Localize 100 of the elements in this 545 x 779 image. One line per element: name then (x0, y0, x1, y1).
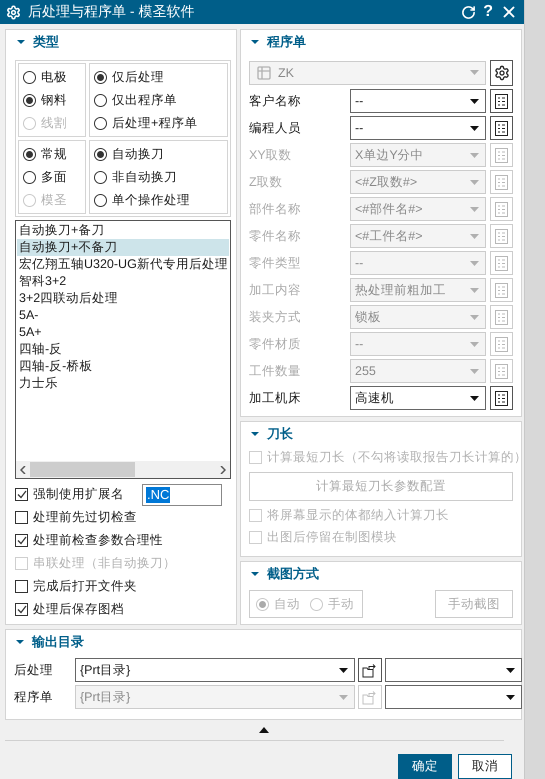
radio-option[interactable]: 单个操作处理 (94, 191, 223, 209)
directory-dropdown[interactable]: {Prt目录} (75, 658, 355, 682)
checkbox-label: 串联处理（非自动换刀） (33, 555, 176, 572)
list-item[interactable]: 四轴-反-桥板 (17, 358, 229, 375)
folder-button[interactable] (358, 658, 382, 682)
radio-option[interactable]: 常规 (23, 145, 81, 163)
section-title: 截图方式 (267, 565, 319, 583)
checkbox[interactable] (15, 603, 28, 616)
reset-button[interactable] (461, 4, 476, 20)
field-label: Z取数 (249, 174, 284, 191)
ok-button[interactable]: 确定 (398, 754, 452, 779)
checkbox-label: 强制使用扩展名 (33, 486, 124, 503)
checklist-icon (495, 202, 508, 216)
radio-option[interactable]: 后处理+程序单 (94, 114, 223, 132)
list-item[interactable]: 自动换刀+备刀 (17, 222, 229, 239)
table-icon (256, 64, 272, 80)
dropdown-arrow-icon (470, 152, 479, 158)
dropdown-arrow-icon (470, 368, 479, 374)
checkbox-label: 完成后打开文件夹 (33, 578, 137, 595)
horizontal-scrollbar[interactable] (16, 461, 230, 478)
list-button[interactable] (490, 386, 513, 410)
checklist-icon (495, 94, 508, 108)
checkbox[interactable] (15, 580, 28, 593)
gear-icon (6, 4, 21, 20)
field-label: 客户名称 (249, 93, 302, 110)
field-label: 部件名称 (249, 201, 302, 218)
section-title: 类型 (33, 33, 59, 51)
checklist-icon (495, 148, 508, 162)
list-item[interactable]: 力士乐 (17, 375, 229, 392)
checkbox[interactable] (15, 511, 28, 524)
list-item[interactable]: 宏亿翔五轴U320-UG新代专用后处理 (17, 256, 229, 273)
checklist-icon (495, 228, 508, 244)
help-button[interactable]: ? (483, 3, 493, 21)
field-label: 零件类型 (249, 255, 302, 272)
field-label: 后处理 (14, 662, 54, 679)
scroll-left-icon[interactable] (20, 466, 26, 474)
dropdown-arrow-icon (506, 668, 515, 672)
field-label: 编程人员 (249, 120, 302, 137)
checklist-icon (495, 336, 508, 352)
dropdown-field[interactable]: -- (350, 89, 486, 113)
cancel-button[interactable]: 取消 (458, 754, 512, 779)
dropdown-arrow-icon (339, 694, 348, 700)
radio-option[interactable]: 非自动换刀 (94, 168, 223, 186)
radio-option[interactable]: 多面 (23, 168, 81, 186)
radio-option[interactable]: 仅后处理 (94, 68, 223, 86)
radio-option[interactable]: 电极 (23, 68, 81, 86)
radio-option[interactable]: 钢料 (23, 91, 81, 109)
list-item[interactable]: 自动换刀+不备刀 (17, 239, 229, 256)
dropdown-arrow-icon (339, 668, 348, 672)
dropdown-field[interactable] (385, 685, 522, 709)
checklist-icon (495, 120, 508, 136)
list-item[interactable]: 5A- (17, 307, 229, 324)
checkbox-label: 处理前先过切检查 (33, 509, 137, 526)
radio-option[interactable]: 自动换刀 (94, 145, 223, 163)
dropdown-field[interactable]: 高速机 (350, 386, 486, 410)
list-item[interactable]: 5A+ (17, 324, 229, 341)
dropdown-arrow-icon (470, 314, 479, 320)
collapse-icon[interactable] (251, 39, 259, 45)
dropdown-arrow-icon (470, 234, 479, 238)
checkbox[interactable] (15, 488, 28, 501)
folder-export-icon (362, 662, 378, 678)
dropdown-arrow-icon (470, 206, 479, 212)
list-button[interactable] (490, 89, 513, 113)
dropdown-arrow-icon (470, 70, 479, 75)
scroll-right-icon[interactable] (220, 466, 226, 474)
field-label: 零件名称 (249, 228, 302, 245)
dropdown-arrow-icon (470, 288, 479, 292)
section-title: 程序单 (267, 33, 306, 51)
collapse-icon[interactable] (17, 39, 25, 45)
checkbox-label: 处理后保存图档 (33, 601, 124, 618)
dropdown-field[interactable]: -- (350, 116, 486, 140)
field-label: 零件材质 (249, 336, 302, 353)
checklist-icon (495, 174, 508, 190)
section-title: 输出目录 (32, 633, 84, 651)
checkbox[interactable] (15, 534, 28, 547)
checklist-icon (495, 390, 508, 406)
scroll-thumb[interactable] (30, 462, 135, 477)
checkbox-label: 出图后停留在制图模块 (267, 529, 397, 546)
list-item[interactable]: 3+2四联动后处理 (17, 290, 229, 307)
collapse-icon[interactable] (16, 639, 24, 645)
checkbox-label: 将屏幕显示的体都纳入计算刀长 (267, 506, 449, 524)
list-item[interactable]: 四轴-反 (17, 341, 229, 358)
settings-button[interactable] (490, 60, 513, 86)
field-label: XY取数 (249, 147, 293, 164)
dropdown-arrow-icon (470, 342, 479, 346)
list-button[interactable] (490, 116, 513, 140)
extension-field[interactable]: .NC (142, 484, 222, 506)
template-value: ZK (278, 66, 295, 80)
section-title: 刀长 (267, 424, 293, 443)
field-label: 装夹方式 (249, 309, 302, 326)
radio-option[interactable]: 仅出程序单 (94, 91, 223, 109)
checklist-icon (495, 364, 508, 378)
field-label: 程序单 (14, 689, 54, 706)
collapse-arrow-icon[interactable] (258, 727, 268, 733)
dropdown-field[interactable] (385, 658, 522, 682)
gear-icon (494, 65, 510, 81)
list-item[interactable]: 智科3+2 (17, 273, 229, 290)
dropdown-arrow-icon (470, 126, 479, 130)
field-label: 工件数量 (249, 363, 302, 380)
collapse-icon[interactable] (251, 430, 259, 437)
